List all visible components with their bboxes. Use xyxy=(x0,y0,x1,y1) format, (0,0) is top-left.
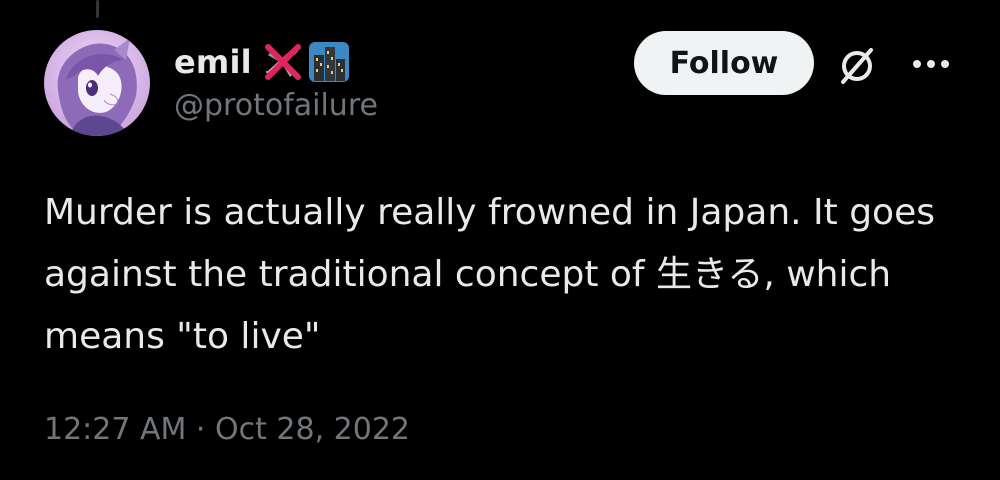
author-handle[interactable]: @protofailure xyxy=(174,88,378,123)
cityscape-emoji xyxy=(308,42,349,82)
thread-connector-line xyxy=(96,0,99,18)
airplane-with-cross-emoji xyxy=(264,44,301,80)
name-emoji-group xyxy=(262,41,350,83)
more-horizontal-icon xyxy=(913,60,949,68)
grok-button[interactable] xyxy=(834,43,880,89)
tweet-text: Murder is actually really frowned in Jap… xyxy=(44,192,947,357)
follow-button[interactable]: Follow xyxy=(634,31,814,95)
author-display-name[interactable]: emil xyxy=(174,43,252,81)
tweet-timestamp[interactable]: 12:27 AM · Oct 28, 2022 xyxy=(44,412,410,447)
avatar[interactable] xyxy=(44,30,150,136)
author-name-row: emil xyxy=(174,38,350,86)
avatar-image xyxy=(44,30,150,136)
grok-icon xyxy=(841,48,873,84)
more-options-button[interactable] xyxy=(906,46,956,82)
